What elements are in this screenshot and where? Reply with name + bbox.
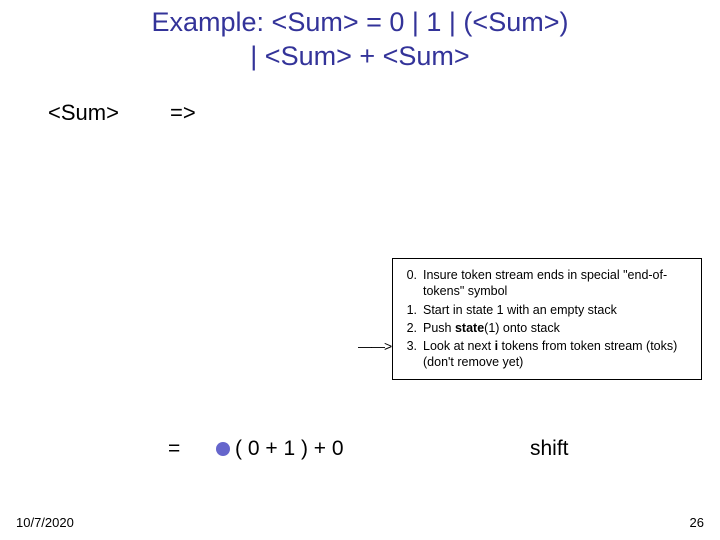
algo-text-part: Insure token stream ends in special "end…: [423, 268, 667, 298]
algo-step-number: 1.: [399, 302, 423, 318]
pointer-arrow-icon: ——>: [358, 338, 391, 354]
algo-step: 3. Look at next i tokens from token stre…: [399, 338, 693, 371]
algo-step: 1. Start in state 1 with an empty stack: [399, 302, 693, 318]
algo-text-bold: state: [455, 321, 484, 335]
algo-step-text: Start in state 1 with an empty stack: [423, 302, 693, 318]
footer-date: 10/7/2020: [16, 515, 74, 530]
algo-step-number: 0.: [399, 267, 423, 283]
algo-text-part: Look at next: [423, 339, 495, 353]
algo-step-text: Insure token stream ends in special "end…: [423, 267, 693, 300]
footer-page-number: 26: [690, 515, 704, 530]
parse-action: shift: [530, 437, 569, 461]
algo-step: 0. Insure token stream ends in special "…: [399, 267, 693, 300]
algo-step-number: 3.: [399, 338, 423, 354]
title-line-1: Example: <Sum> = 0 | 1 | (<Sum>): [152, 7, 569, 37]
derives-symbol: =>: [170, 100, 196, 126]
algo-text-part: Start in state 1 with an empty stack: [423, 303, 617, 317]
parse-dot-icon: [216, 442, 230, 456]
algo-text-part: (1) onto stack: [484, 321, 560, 335]
algo-step-number: 2.: [399, 320, 423, 336]
algo-step-text: Look at next i tokens from token stream …: [423, 338, 693, 371]
derivation-lhs: <Sum>: [48, 100, 119, 126]
equals-symbol: =: [168, 437, 180, 461]
algo-step-text: Push state(1) onto stack: [423, 320, 693, 336]
algo-text-part: Push: [423, 321, 455, 335]
algorithm-box: 0. Insure token stream ends in special "…: [392, 258, 702, 380]
parse-expression: ( 0 + 1 ) + 0: [235, 437, 344, 461]
algo-step: 2. Push state(1) onto stack: [399, 320, 693, 336]
title-line-2: | <Sum> + <Sum>: [250, 41, 469, 71]
slide-title: Example: <Sum> = 0 | 1 | (<Sum>) | <Sum>…: [0, 6, 720, 74]
